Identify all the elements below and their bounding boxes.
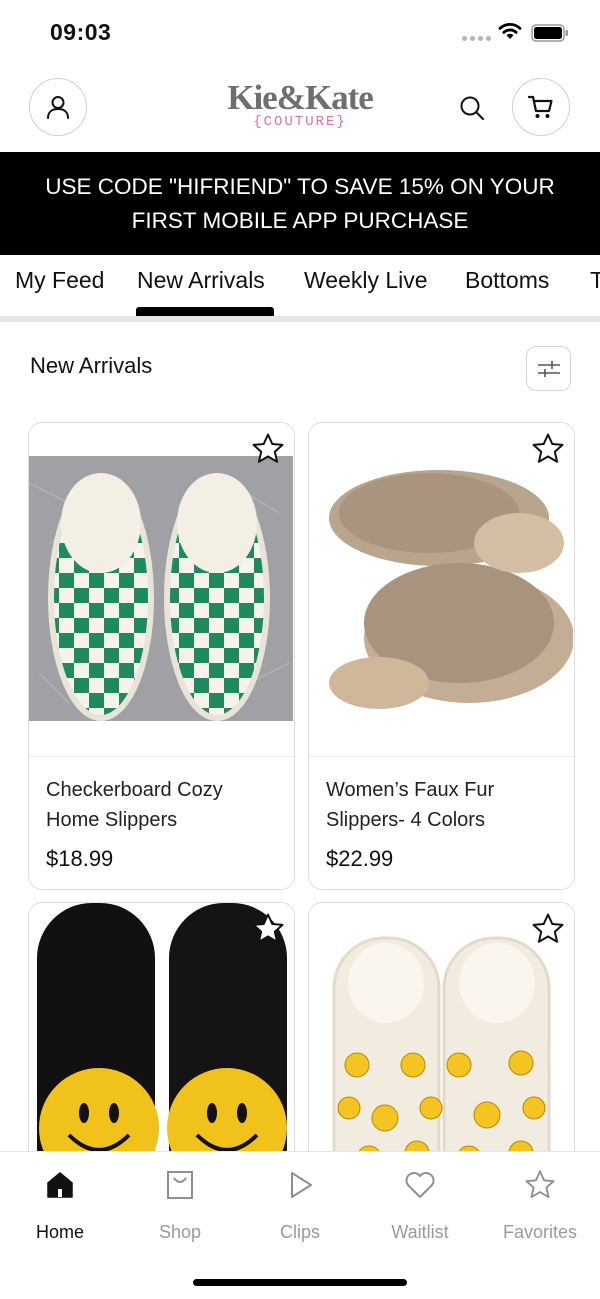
cart-icon [527, 95, 553, 118]
favorite-button[interactable] [530, 911, 566, 947]
signal-dots-icon [462, 36, 491, 41]
star-icon [532, 433, 564, 463]
filter-button[interactable] [526, 346, 571, 391]
product-price: $18.99 [46, 846, 114, 871]
favorite-button[interactable] [250, 911, 286, 947]
star-icon [252, 913, 284, 943]
search-icon [460, 96, 484, 120]
tab-weekly-live[interactable]: Weekly Live [304, 267, 428, 294]
product-title[interactable]: Checkerboard Cozy Home Slippers [46, 775, 276, 835]
logo-wordmark: Kie&Kate [227, 78, 374, 117]
nav-clips-label: Clips [279, 1222, 320, 1242]
nav-waitlist-label: Waitlist [391, 1222, 449, 1242]
favorite-button[interactable] [530, 431, 566, 467]
nav-favorites[interactable]: Favorites [480, 1168, 600, 1243]
tab-truncated[interactable]: T [590, 267, 600, 294]
product-price: $22.99 [326, 846, 394, 871]
product-card[interactable]: Checkerboard Cozy Home Slippers $18.99 [28, 422, 295, 890]
star-icon [252, 433, 284, 463]
nav-favorites-label: Favorites [502, 1222, 578, 1242]
sliders-icon [537, 360, 560, 377]
user-icon [47, 96, 69, 119]
star-icon [525, 1170, 555, 1198]
wifi-icon [498, 23, 522, 39]
nav-clips[interactable]: Clips [240, 1168, 360, 1243]
nav-home-label: Home [35, 1222, 84, 1242]
tab-bottoms[interactable]: Bottoms [465, 267, 549, 294]
profile-button[interactable] [29, 78, 87, 136]
status-bar: 09:03 [0, 0, 600, 66]
star-icon [532, 913, 564, 943]
app-header: Kie&Kate {COUTURE} [0, 66, 600, 152]
play-icon [291, 1172, 312, 1198]
product-title[interactable]: Women’s Faux Fur Slippers- 4 Colors [326, 775, 556, 835]
nav-shop[interactable]: Shop [120, 1168, 240, 1243]
nav-home[interactable]: Home [0, 1168, 120, 1243]
heart-icon [405, 1172, 435, 1198]
status-time: 09:03 [50, 19, 112, 45]
category-tabs: My Feed New Arrivals Weekly Live Bottoms… [0, 255, 600, 317]
nav-shop-label: Shop [158, 1222, 202, 1242]
cart-button[interactable] [512, 78, 570, 136]
active-tab-indicator [136, 307, 274, 316]
promo-banner[interactable]: USE CODE "HIFRIEND" TO SAVE 15% ON YOUR … [0, 152, 600, 255]
promo-text: USE CODE "HIFRIEND" TO SAVE 15% ON YOUR … [45, 173, 555, 233]
brand-logo[interactable]: Kie&Kate {COUTURE} [200, 80, 400, 140]
product-image-checkered-slippers[interactable] [29, 423, 293, 756]
home-icon [47, 1172, 73, 1198]
product-image-faux-fur-slippers[interactable] [309, 423, 573, 756]
section-title: New Arrivals [30, 353, 153, 378]
nav-waitlist[interactable]: Waitlist [360, 1168, 480, 1243]
battery-icon [531, 24, 568, 42]
home-indicator [193, 1279, 407, 1286]
bottom-navigation: Home Shop Clips Waitlist Favorites [0, 1151, 600, 1299]
search-button[interactable] [455, 91, 489, 125]
tabs-divider [0, 316, 600, 322]
tab-new-arrivals[interactable]: New Arrivals [137, 267, 265, 294]
product-card[interactable]: Women’s Faux Fur Slippers- 4 Colors $22.… [308, 422, 575, 890]
tab-my-feed[interactable]: My Feed [15, 267, 104, 294]
shopping-bag-icon [167, 1171, 193, 1199]
favorite-button[interactable] [250, 431, 286, 467]
